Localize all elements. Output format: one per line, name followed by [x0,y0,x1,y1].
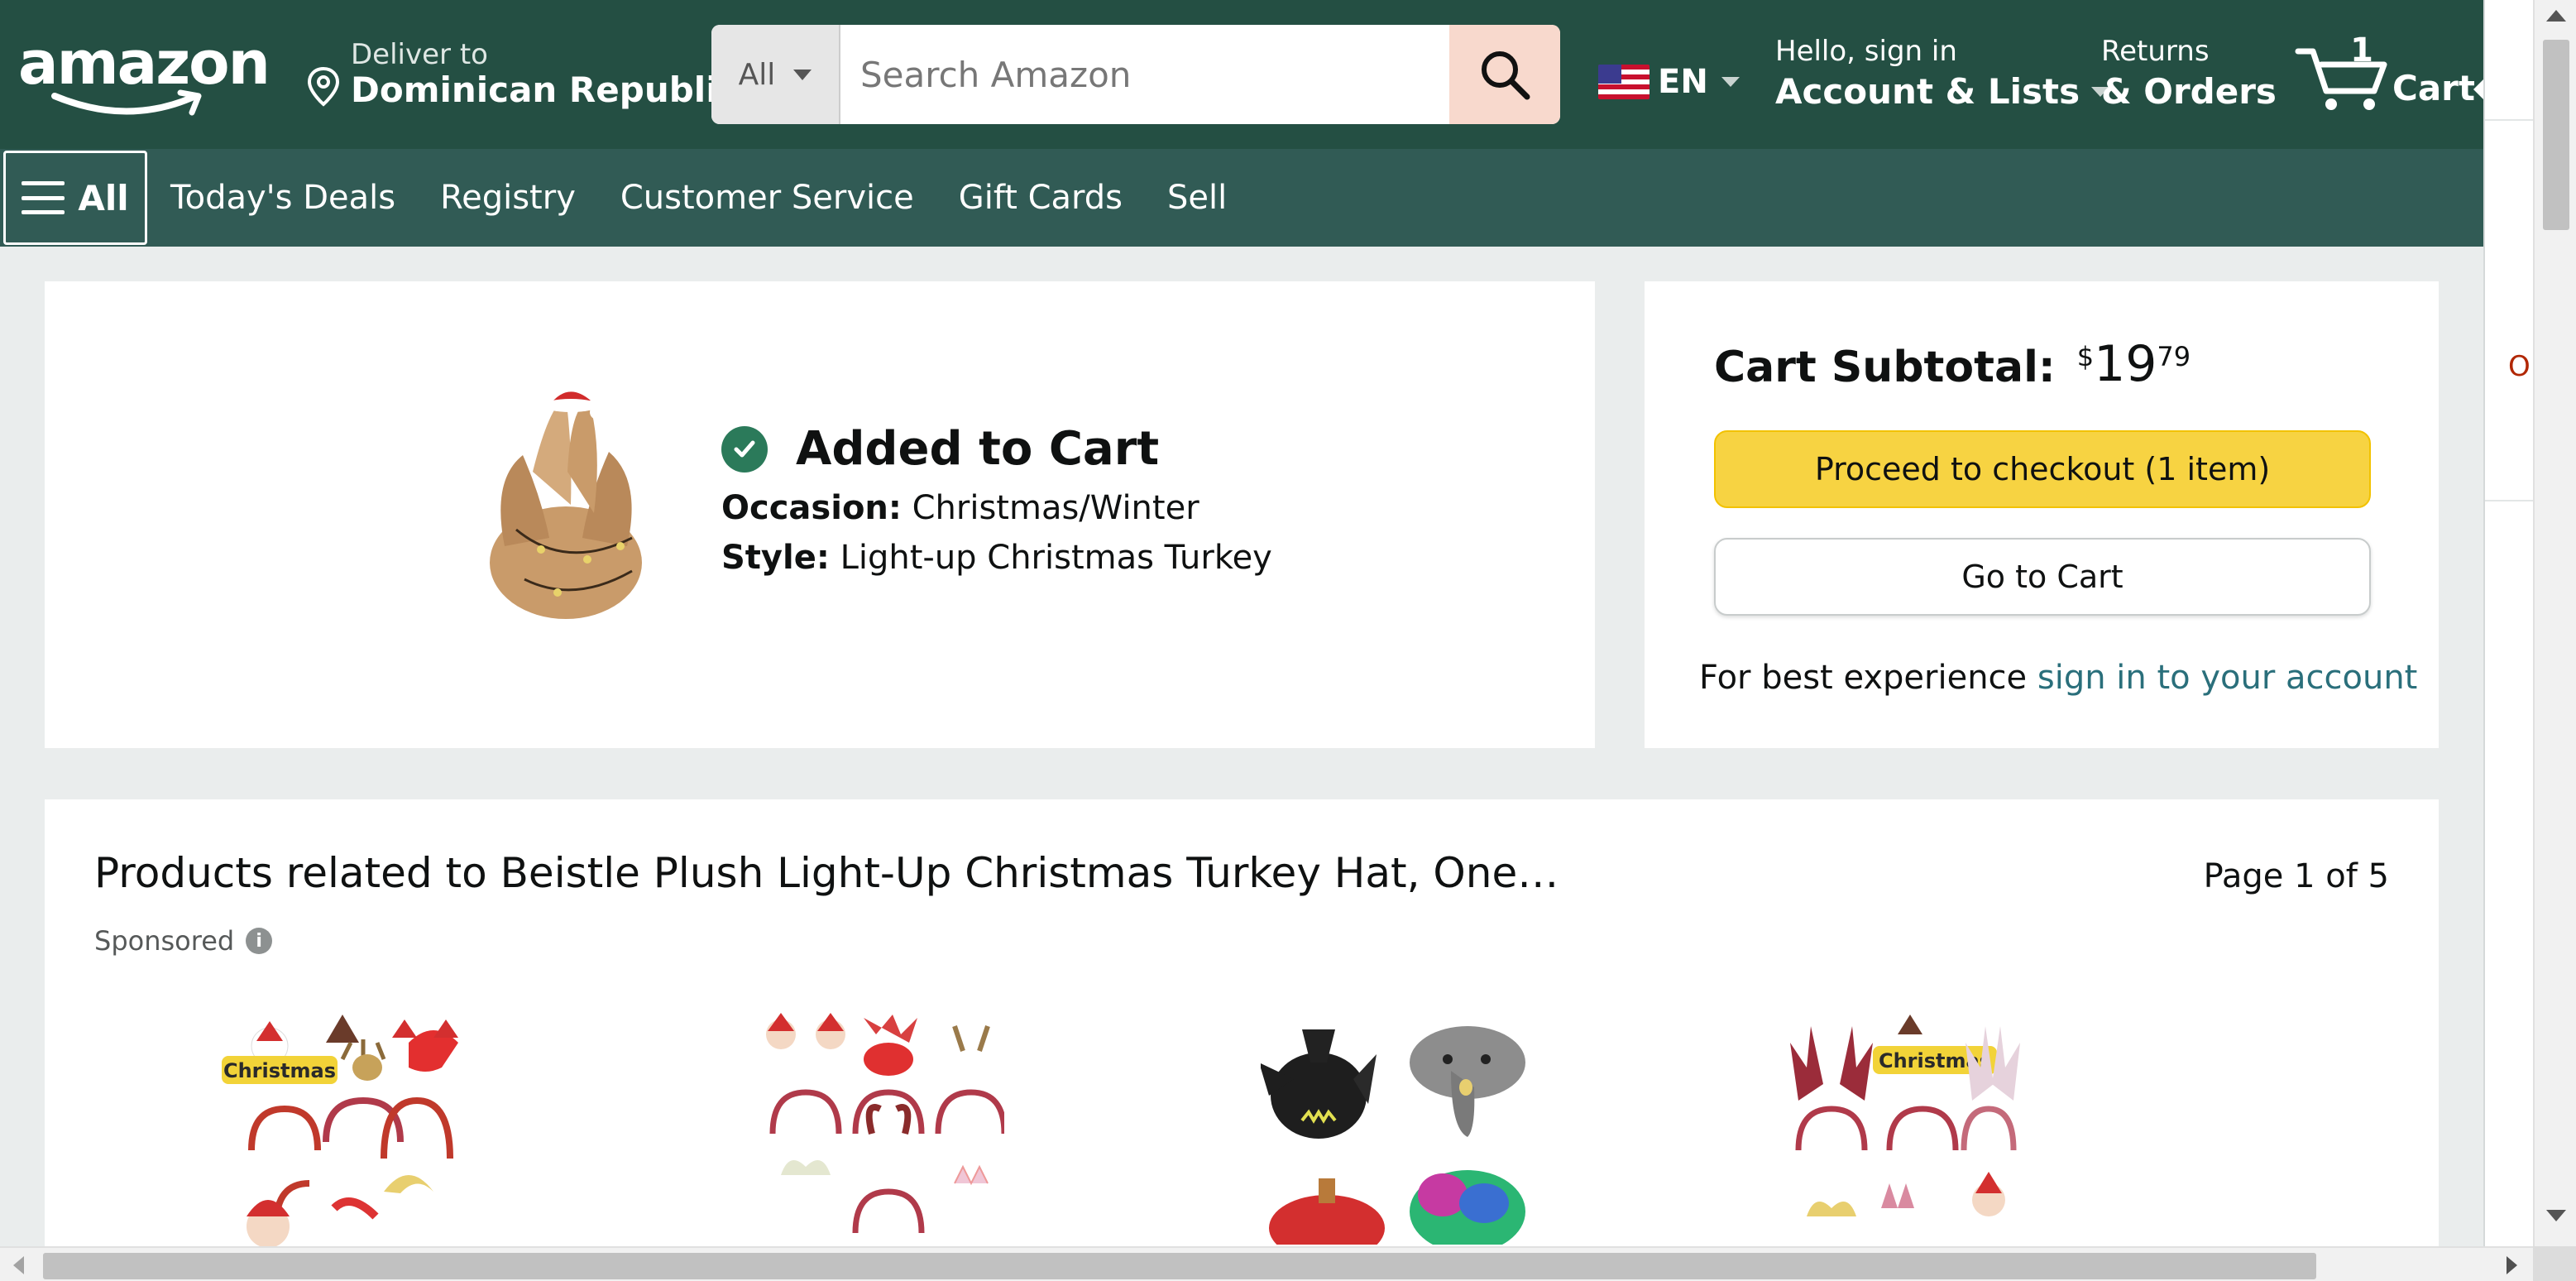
nav-link-registry[interactable]: Registry [440,179,576,217]
occasion-value: Christmas/Winter [912,489,1199,527]
product-card-2-image[interactable] [756,1010,1004,1246]
account-greeting: Hello, sign in [1775,35,1957,68]
added-heading: Added to Cart [721,422,1272,476]
location-pin-icon [307,66,340,107]
logo-wordmark: amazon [18,28,271,98]
scroll-down-arrow-icon[interactable] [2546,1210,2566,1221]
search-category-dropdown[interactable]: All [711,25,840,124]
search-bar: All [711,25,1560,124]
added-to-cart-panel: Added to Cart Occasion: Christmas/Winter… [45,281,1595,748]
sign-in-prompt-text: For best experience [1699,659,2028,697]
cart-button[interactable]: 1 Cart [2293,31,2483,114]
price-whole: 19 [2094,335,2157,393]
search-button[interactable] [1449,25,1560,124]
carousel-page-indicator: Page 1 of 5 [2203,857,2389,895]
cart-label: Cart [2392,68,2475,108]
subtotal-price: $ 19 79 [2077,338,2191,389]
price-currency: $ [2076,341,2095,372]
product-card-3-image[interactable] [1261,1005,1534,1245]
us-flag-icon [1598,65,1650,99]
side-panel-peek: O st [2483,0,2535,1246]
scroll-up-arrow-icon[interactable] [2546,10,2566,22]
vertical-scrollbar[interactable] [2533,0,2576,1246]
style-value: Light-up Christmas Turkey [840,539,1272,577]
search-icon [1482,51,1530,100]
deliver-location: Dominican Republic [351,70,739,110]
nav-link-sell[interactable]: Sell [1167,179,1227,217]
language-code: EN [1658,63,1708,101]
all-menu-button[interactable]: All [3,151,147,245]
go-to-cart-button[interactable]: Go to Cart [1714,538,2371,616]
added-title: Added to Cart [796,422,1160,476]
divider [2485,500,2535,501]
christmas-badge-1: Christmas [223,1059,336,1082]
vertical-scroll-thumb[interactable] [2543,40,2569,230]
returns-orders[interactable]: Returns & Orders [2101,35,2277,112]
account-menu[interactable]: Hello, sign in Account & Lists [1775,35,2110,112]
style-row: Style: Light-up Christmas Turkey [721,539,1272,577]
sponsored-label: Sponsored i [94,925,273,957]
deliver-label: Deliver to [351,38,488,71]
occasion-label: Occasion: [721,489,902,527]
subtotal-label: Cart Subtotal: [1714,343,2056,392]
added-confirmation: Added to Cart Occasion: Christmas/Winter… [721,422,1272,577]
nav-link-customer-service[interactable]: Customer Service [620,179,914,217]
related-products-carousel: Products related to Beistle Plush Light-… [45,799,2439,1246]
amazon-logo[interactable]: amazon [18,28,271,124]
scroll-left-arrow-icon[interactable] [13,1256,24,1274]
style-label: Style: [721,539,830,577]
all-menu-label: All [78,177,129,218]
info-icon[interactable]: i [246,928,273,954]
sign-in-prompt: For best experience sign in to your acco… [1699,659,2417,697]
nav-links: Today's Deals Registry Customer Service … [170,149,1227,247]
turkey-hat-image[interactable] [425,372,698,637]
occasion-row: Occasion: Christmas/Winter [721,489,1272,527]
account-lists-wrap: Account & Lists [1775,71,2110,112]
subtotal-row: Cart Subtotal: $ 19 79 [1714,338,2191,392]
divider [2485,119,2535,121]
product-card-1-image[interactable]: Christmas [218,1010,467,1246]
logo-smile-icon [51,89,202,116]
chevron-down-icon [1721,77,1740,87]
side-panel-text: O st [2508,350,2535,383]
search-input[interactable] [840,25,1449,124]
proceed-to-checkout-button[interactable]: Proceed to checkout (1 item) [1714,430,2371,508]
returns-label: Returns [2101,35,2210,68]
sign-in-link[interactable]: sign in to your account [2037,659,2417,697]
nav-link-gift-cards[interactable]: Gift Cards [959,179,1123,217]
chevron-down-icon [793,69,812,80]
scroll-right-arrow-icon[interactable] [2507,1256,2517,1274]
check-circle-icon [721,425,768,473]
orders-label: & Orders [2101,71,2277,112]
language-selector[interactable]: EN [1598,63,1740,101]
nav-link-todays-deals[interactable]: Today's Deals [170,179,395,217]
product-card-4-image[interactable]: Christmas [1774,1010,2022,1246]
search-category-label: All [738,57,776,92]
carousel-title: Products related to Beistle Plush Light-… [94,849,1559,897]
sponsored-text: Sponsored [94,925,235,957]
horizontal-scroll-thumb[interactable] [43,1253,2316,1279]
account-lists-label: Account & Lists [1775,71,2080,112]
cart-count: 1 [2350,31,2373,70]
horizontal-scrollbar[interactable] [0,1246,2533,1281]
cart-subtotal-panel: Cart Subtotal: $ 19 79 Proceed to checko… [1645,281,2439,748]
hamburger-icon [22,181,65,214]
price-fraction: 79 [2157,341,2191,372]
scrollbar-corner [2533,1246,2576,1281]
